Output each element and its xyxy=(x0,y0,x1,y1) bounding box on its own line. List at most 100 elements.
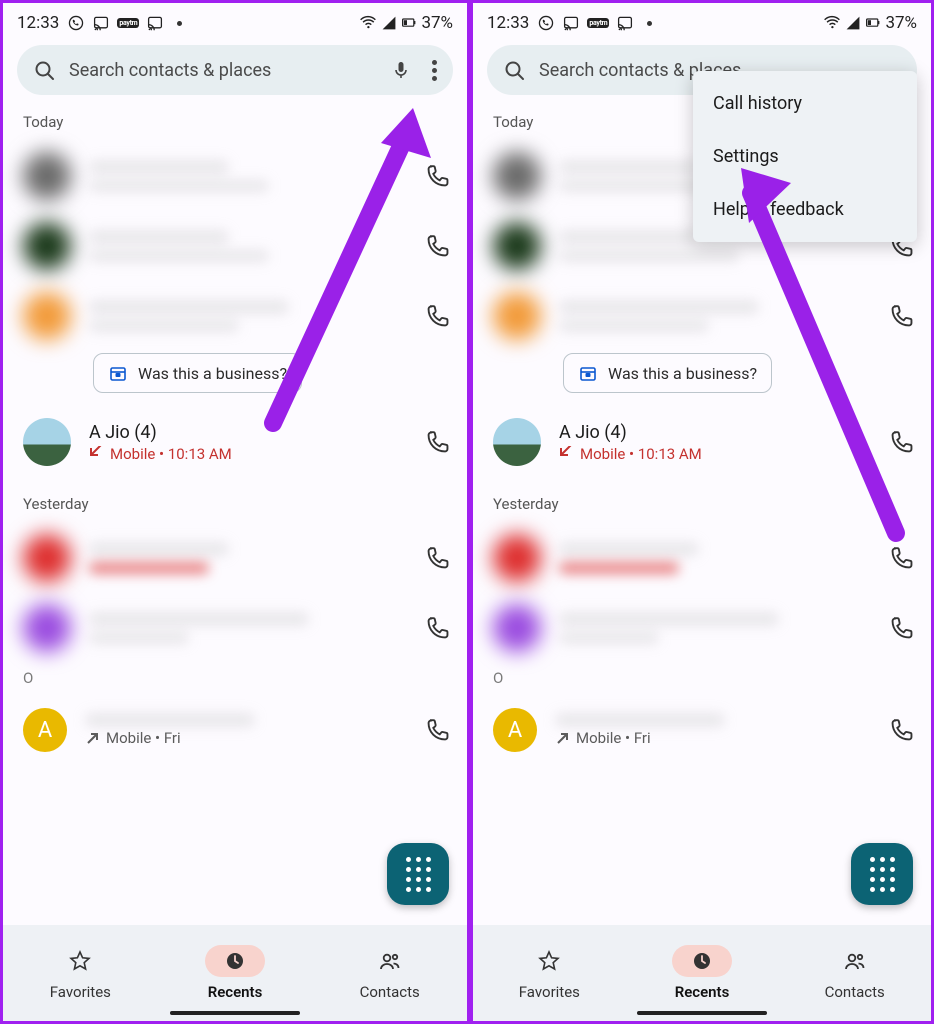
call-subtitle: Mobile • Fri xyxy=(555,729,871,747)
call-row[interactable] xyxy=(3,211,467,281)
signal-icon xyxy=(381,15,397,31)
cast-icon-2 xyxy=(617,15,633,31)
gesture-bar xyxy=(170,1011,300,1015)
bottom-nav: Favorites Recents Contacts xyxy=(3,925,467,1021)
wifi-icon xyxy=(823,14,841,32)
call-icon[interactable] xyxy=(889,717,915,743)
call-row-ajio[interactable]: A Jio (4) Mobile • 10:13 AM xyxy=(3,407,467,477)
bottom-nav: Favorites Recents Contacts xyxy=(473,925,931,1021)
business-chip[interactable]: Was this a business? xyxy=(563,353,772,393)
section-older: O xyxy=(473,663,931,691)
more-notifications-icon xyxy=(177,21,182,26)
gesture-bar xyxy=(637,1011,767,1015)
call-subtitle: Mobile • 10:13 AM xyxy=(559,445,871,463)
search-icon xyxy=(503,59,525,81)
menu-settings[interactable]: Settings xyxy=(693,130,917,183)
section-yesterday: Yesterday xyxy=(473,477,931,523)
nav-favorites[interactable]: Favorites xyxy=(473,925,626,1021)
overflow-menu: Call history Settings Help & feedback xyxy=(693,71,917,242)
avatar: A xyxy=(493,708,537,752)
avatar xyxy=(493,418,541,466)
call-row[interactable] xyxy=(3,523,467,593)
menu-call-history[interactable]: Call history xyxy=(693,77,917,130)
search-placeholder: Search contacts & places xyxy=(69,60,376,81)
battery-text: 37% xyxy=(885,13,917,33)
nav-contacts[interactable]: Contacts xyxy=(778,925,931,1021)
paytm-icon: paytm xyxy=(587,18,609,28)
call-row[interactable]: A Mobile • Fri xyxy=(473,691,931,761)
section-yesterday: Yesterday xyxy=(3,477,467,523)
dialpad-fab[interactable] xyxy=(387,843,449,905)
search-bar[interactable]: Search contacts & places xyxy=(17,45,453,95)
more-notifications-icon xyxy=(647,21,652,26)
section-older: O xyxy=(3,663,467,691)
nav-favorites[interactable]: Favorites xyxy=(3,925,158,1021)
cast-icon-2 xyxy=(147,15,163,31)
dialpad-fab[interactable] xyxy=(851,843,913,905)
clock-icon xyxy=(691,950,713,972)
store-icon xyxy=(578,363,598,383)
screenshot-right: 12:33 paytm 37% Search contacts & places… xyxy=(467,3,931,1021)
chip-label: Was this a business? xyxy=(138,364,287,383)
battery-text: 37% xyxy=(421,13,453,33)
screenshot-left: 12:33 paytm 37% Search contacts & places… xyxy=(3,3,467,1021)
paytm-icon: paytm xyxy=(117,18,139,28)
contact-name: A Jio (4) xyxy=(89,422,407,443)
nav-recents[interactable]: Recents xyxy=(158,925,313,1021)
avatar xyxy=(23,418,71,466)
signal-icon xyxy=(845,15,861,31)
call-icon[interactable] xyxy=(889,545,915,571)
whatsapp-icon xyxy=(537,14,555,32)
call-row[interactable] xyxy=(3,593,467,663)
contacts-icon xyxy=(844,950,866,972)
battery-icon xyxy=(401,15,417,31)
status-time: 12:33 xyxy=(487,13,529,33)
chip-label: Was this a business? xyxy=(608,364,757,383)
section-today: Today xyxy=(3,109,467,141)
call-icon[interactable] xyxy=(425,303,451,329)
outgoing-call-icon xyxy=(85,731,100,746)
call-row[interactable] xyxy=(3,281,467,351)
call-icon[interactable] xyxy=(425,615,451,641)
status-time: 12:33 xyxy=(17,13,59,33)
wifi-icon xyxy=(359,14,377,32)
dialpad-icon xyxy=(406,857,431,892)
call-icon[interactable] xyxy=(889,429,915,455)
call-row[interactable] xyxy=(473,523,931,593)
nav-contacts[interactable]: Contacts xyxy=(312,925,467,1021)
business-chip[interactable]: Was this a business? xyxy=(93,353,302,393)
call-subtitle: Mobile • 10:13 AM xyxy=(89,445,407,463)
call-row[interactable] xyxy=(473,593,931,663)
contact-name: A Jio (4) xyxy=(559,422,871,443)
call-icon[interactable] xyxy=(889,615,915,641)
call-row[interactable] xyxy=(3,141,467,211)
clock-icon xyxy=(224,950,246,972)
call-icon[interactable] xyxy=(425,545,451,571)
avatar: A xyxy=(23,708,67,752)
call-icon[interactable] xyxy=(425,163,451,189)
call-icon[interactable] xyxy=(889,303,915,329)
call-icon[interactable] xyxy=(425,717,451,743)
store-icon xyxy=(108,363,128,383)
status-bar: 12:33 paytm 37% xyxy=(473,3,931,39)
mic-icon[interactable] xyxy=(390,59,412,81)
status-bar: 12:33 paytm 37% xyxy=(3,3,467,39)
missed-call-icon xyxy=(89,446,104,461)
star-icon xyxy=(538,950,560,972)
outgoing-call-icon xyxy=(555,731,570,746)
call-icon[interactable] xyxy=(425,429,451,455)
battery-icon xyxy=(865,15,881,31)
call-icon[interactable] xyxy=(425,233,451,259)
nav-recents[interactable]: Recents xyxy=(626,925,779,1021)
search-icon xyxy=(33,59,55,81)
call-row-ajio[interactable]: A Jio (4) Mobile • 10:13 AM xyxy=(473,407,931,477)
call-row[interactable]: A Mobile • Fri xyxy=(3,691,467,761)
overflow-menu-button[interactable] xyxy=(426,54,443,87)
dialpad-icon xyxy=(870,857,895,892)
cast-icon xyxy=(563,15,579,31)
contacts-icon xyxy=(379,950,401,972)
whatsapp-icon xyxy=(67,14,85,32)
call-subtitle: Mobile • Fri xyxy=(85,729,407,747)
menu-help-feedback[interactable]: Help & feedback xyxy=(693,183,917,236)
call-row[interactable] xyxy=(473,281,931,351)
